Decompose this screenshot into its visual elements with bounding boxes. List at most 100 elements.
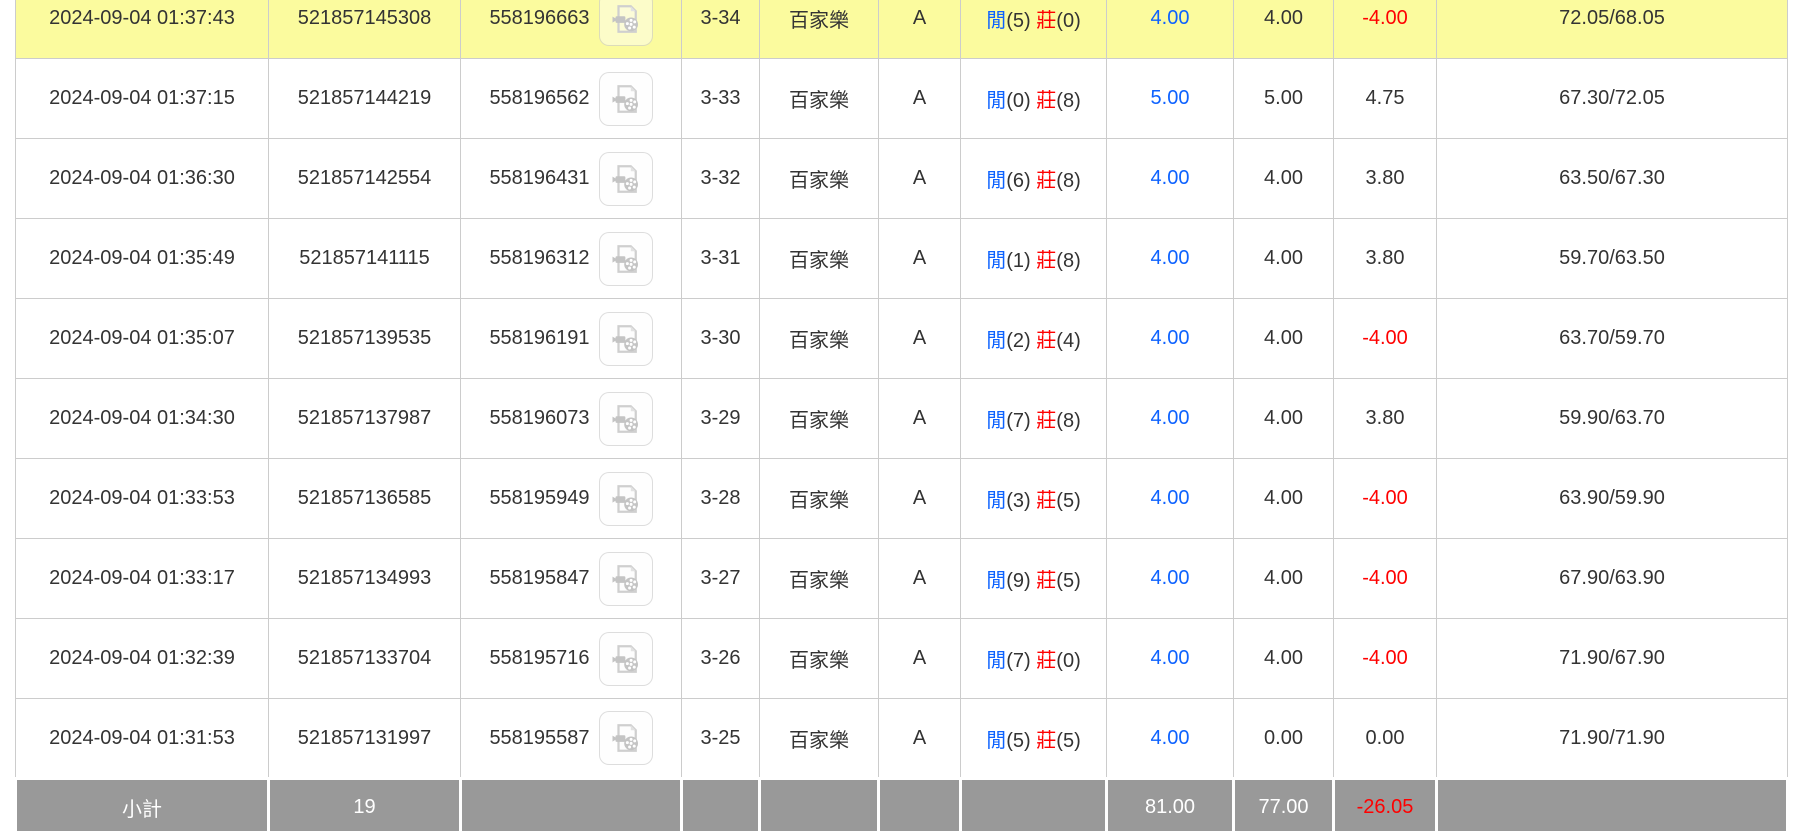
win-loss-value: -4.00 [1362, 327, 1408, 349]
video-playback-icon[interactable] [599, 711, 653, 765]
banker-result-score: (8) [1056, 410, 1080, 432]
cell-round: 3-29 [682, 379, 760, 459]
cell-game-id: 558195847 [461, 539, 682, 619]
game-id-text: 558195847 [489, 567, 589, 590]
player-result-label: 閒 [986, 330, 1006, 352]
win-loss-value: -4.00 [1362, 7, 1408, 29]
video-playback-icon[interactable] [599, 552, 653, 606]
cell-game-id: 558196663 [461, 0, 682, 59]
cell-result: 閒(5) 莊(5) [961, 699, 1107, 779]
cell-table: A [879, 539, 961, 619]
cell-time: 2024-09-04 01:37:43 [16, 0, 269, 59]
cell-bet-amount: 4.00 [1107, 219, 1234, 299]
table-row: 2024-09-04 01:37:43521857145308558196663… [16, 0, 1788, 59]
bet-history-table-container: 2024-09-04 01:37:43521857145308558196663… [0, 0, 1801, 831]
cell-bet-amount: 4.00 [1107, 539, 1234, 619]
banker-result-score: (0) [1056, 650, 1080, 672]
summary-empty-result [961, 779, 1107, 831]
summary-empty-round [682, 779, 760, 831]
cell-game-id: 558196562 [461, 59, 682, 139]
cell-game-type: 百家樂 [760, 459, 879, 539]
player-result-label: 閒 [986, 490, 1006, 512]
table-row: 2024-09-04 01:37:15521857144219558196562… [16, 59, 1788, 139]
cell-round: 3-33 [682, 59, 760, 139]
game-id-wrap: 558196191 [465, 312, 677, 366]
game-id-wrap: 558196312 [465, 232, 677, 286]
video-playback-icon[interactable] [599, 152, 653, 206]
cell-result: 閒(6) 莊(8) [961, 139, 1107, 219]
cell-result: 閒(2) 莊(4) [961, 299, 1107, 379]
game-id-wrap: 558196562 [465, 72, 677, 126]
cell-table: A [879, 299, 961, 379]
cell-result: 閒(9) 莊(5) [961, 539, 1107, 619]
game-id-text: 558196431 [489, 167, 589, 190]
cell-win-loss: 0.00 [1334, 699, 1437, 779]
player-result-label: 閒 [986, 650, 1006, 672]
video-playback-icon[interactable] [599, 0, 653, 46]
table-row: 2024-09-04 01:33:17521857134993558195847… [16, 539, 1788, 619]
cell-result: 閒(3) 莊(5) [961, 459, 1107, 539]
cell-game-type: 百家樂 [760, 699, 879, 779]
table-row: 2024-09-04 01:32:39521857133704 558195716… [16, 619, 1788, 699]
win-loss-value: 0.00 [1366, 727, 1405, 749]
cell-result: 閒(7) 莊(8) [961, 379, 1107, 459]
cell-balance: 71.90/71.90 [1437, 699, 1788, 779]
cell-win-loss: 3.80 [1334, 219, 1437, 299]
player-result-score: (5) [1006, 10, 1030, 32]
cell-bet-amount: 4.00 [1107, 0, 1234, 59]
video-playback-icon[interactable] [599, 312, 653, 366]
cell-round: 3-30 [682, 299, 760, 379]
player-result-score: (3) [1006, 490, 1030, 512]
cell-balance: 63.90/59.90 [1437, 459, 1788, 539]
video-playback-icon[interactable] [599, 472, 653, 526]
cell-time: 2024-09-04 01:35:07 [16, 299, 269, 379]
cell-time: 2024-09-04 01:33:17 [16, 539, 269, 619]
cell-game-id: 558196431 [461, 139, 682, 219]
game-id-text: 558195716 [489, 647, 589, 670]
cell-result: 閒(1) 莊(8) [961, 219, 1107, 299]
cell-bet-id: 521857136585 [269, 459, 461, 539]
cell-valid-amount: 4.00 [1234, 619, 1334, 699]
game-id-text: 558196663 [489, 7, 589, 30]
banker-result-score: (8) [1056, 250, 1080, 272]
summary-empty-game-type [760, 779, 879, 831]
bet-amount-value: 4.00 [1151, 567, 1190, 589]
bet-amount-value: 4.00 [1151, 327, 1190, 349]
game-id-text: 558195587 [489, 727, 589, 750]
banker-result-label: 莊 [1036, 490, 1056, 512]
video-playback-icon[interactable] [599, 232, 653, 286]
cell-table: A [879, 459, 961, 539]
cell-game-id: 558195949 [461, 459, 682, 539]
game-id-wrap: 558196073 [465, 392, 677, 446]
player-result-score: (5) [1006, 730, 1030, 752]
summary-row: 小計 19 81.00 77.00 -26.05 [16, 779, 1788, 831]
cell-time: 2024-09-04 01:32:39 [16, 619, 269, 699]
cell-bet-amount: 4.00 [1107, 139, 1234, 219]
game-id-wrap: 558196663 [465, 0, 677, 46]
player-result-label: 閒 [986, 410, 1006, 432]
cell-game-type: 百家樂 [760, 379, 879, 459]
bet-amount-value: 4.00 [1151, 247, 1190, 269]
cell-valid-amount: 4.00 [1234, 219, 1334, 299]
video-playback-icon[interactable] [599, 632, 653, 686]
game-id-wrap: 558195587 [465, 711, 677, 765]
video-playback-icon[interactable] [599, 72, 653, 126]
cell-round: 3-25 [682, 699, 760, 779]
cell-win-loss: -4.00 [1334, 299, 1437, 379]
bet-amount-value: 5.00 [1151, 87, 1190, 109]
cell-round: 3-28 [682, 459, 760, 539]
video-playback-icon[interactable] [599, 392, 653, 446]
cell-bet-amount: 4.00 [1107, 619, 1234, 699]
cell-game-type: 百家樂 [760, 219, 879, 299]
cell-win-loss: -4.00 [1334, 619, 1437, 699]
cell-valid-amount: 4.00 [1234, 299, 1334, 379]
banker-result-score: (8) [1056, 90, 1080, 112]
cell-bet-id: 521857144219 [269, 59, 461, 139]
cell-game-id: 558196073 [461, 379, 682, 459]
cell-bet-id: 521857133704 [269, 619, 461, 699]
cell-bet-amount: 4.00 [1107, 299, 1234, 379]
cell-time: 2024-09-04 01:31:53 [16, 699, 269, 779]
banker-result-score: (5) [1056, 730, 1080, 752]
cell-game-type: 百家樂 [760, 0, 879, 59]
player-result-score: (1) [1006, 250, 1030, 272]
